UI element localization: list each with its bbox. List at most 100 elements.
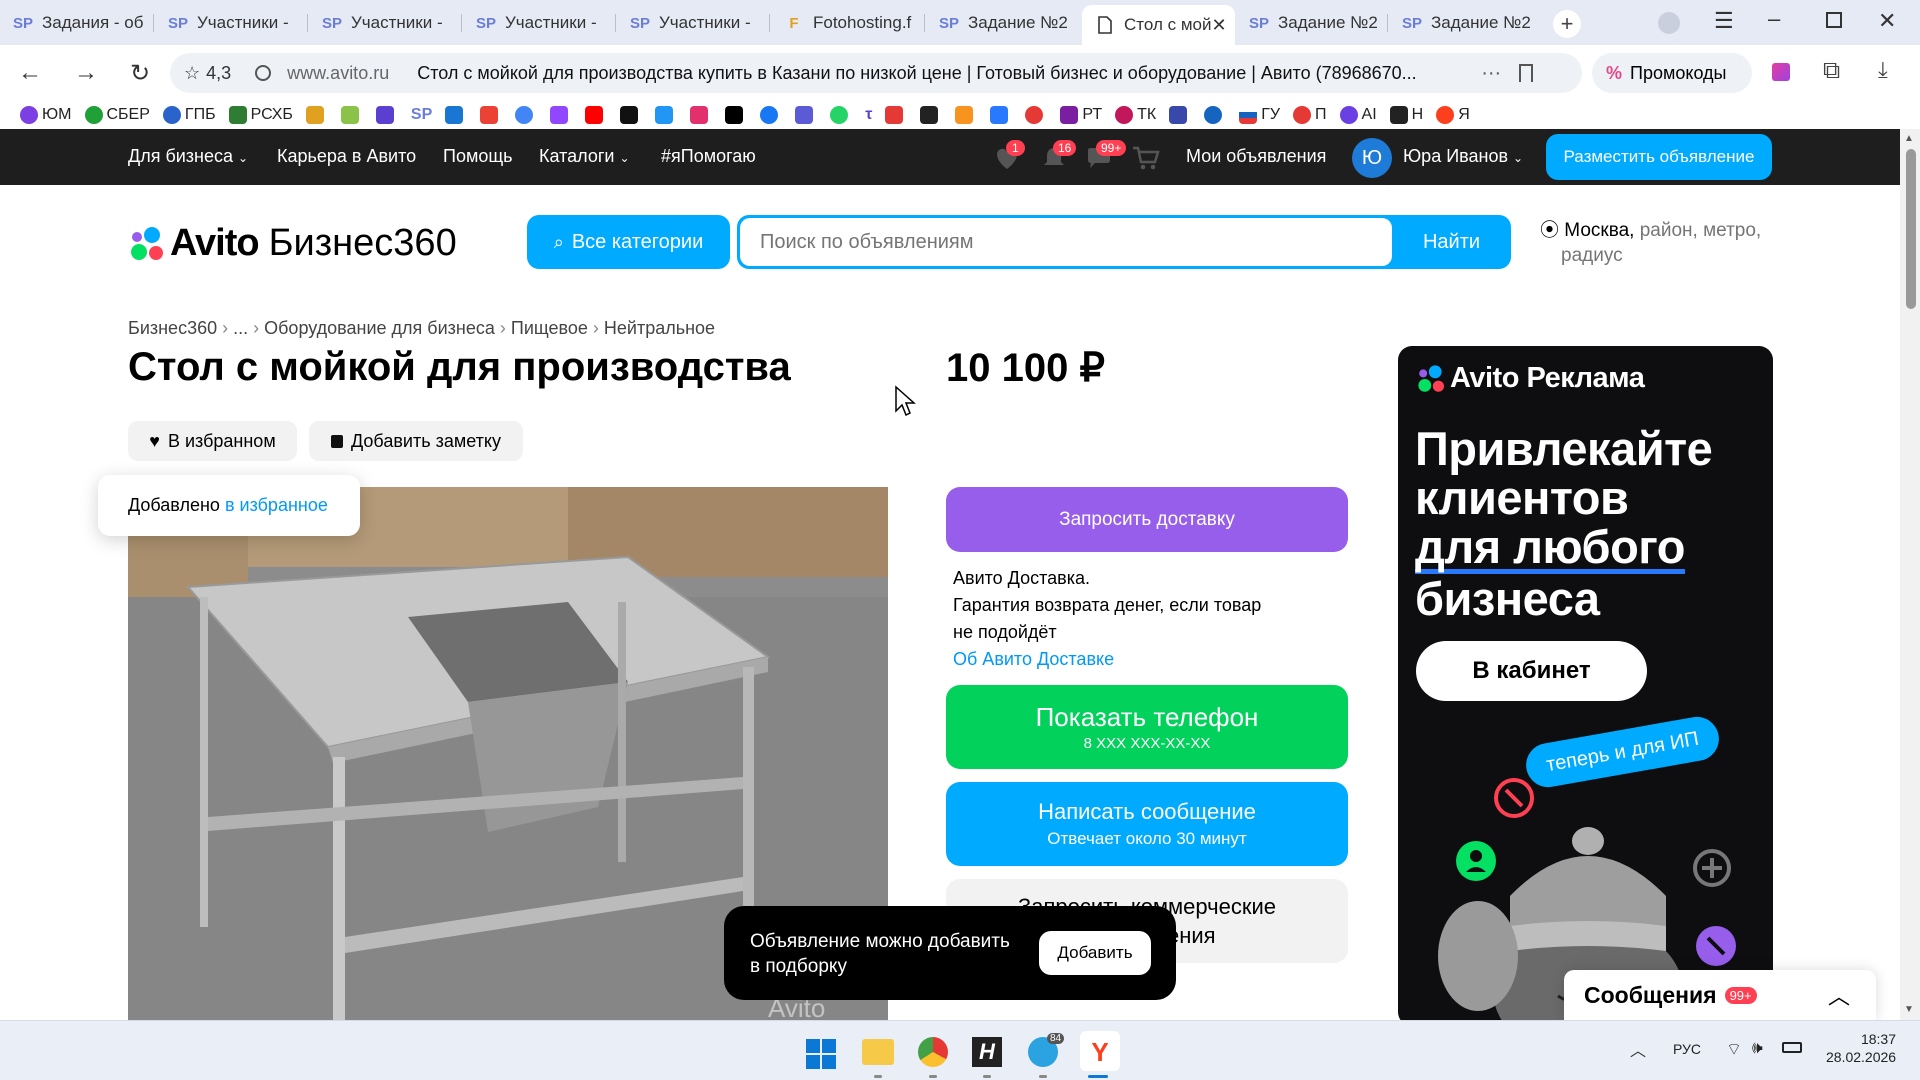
bookmark-circle[interactable] — [1025, 106, 1047, 124]
bookmark-sber[interactable]: СБЕР — [84, 106, 150, 124]
bookmark-sbp[interactable] — [1169, 106, 1191, 124]
messages-widget[interactable]: Сообщения 99+ ︿ — [1564, 970, 1876, 1020]
nav-catalogs[interactable]: Каталоги ⌄ — [539, 146, 630, 167]
bookmark-rshb[interactable]: РСХБ — [228, 106, 293, 124]
user-menu[interactable]: Юра Иванов ⌄ — [1403, 146, 1523, 167]
bookmark-twitch[interactable] — [550, 106, 572, 124]
bookmark-sp[interactable]: SP — [411, 106, 432, 124]
location-selector[interactable]: ⦿ Москва, район, метро, радиус — [1540, 218, 1780, 268]
avatar[interactable]: Ю — [1352, 138, 1392, 178]
bookmark-plus[interactable] — [920, 106, 942, 124]
all-categories-button[interactable]: ⌕ Все категории — [527, 215, 730, 269]
minimize-icon[interactable]: – — [1768, 6, 1780, 32]
bookmark-messenger[interactable] — [795, 106, 817, 124]
ad-cta-button[interactable]: В кабинет — [1416, 641, 1647, 701]
about-delivery-link[interactable]: Об Авито Доставке — [953, 646, 1261, 673]
bookmark-gu[interactable]: ГУ — [1239, 106, 1280, 124]
language-indicator[interactable]: РУС — [1673, 1041, 1701, 1057]
nav-help[interactable]: Помощь — [443, 146, 513, 167]
close-window-icon[interactable]: ✕ — [1878, 8, 1896, 34]
tab-6[interactable]: F Fotohosting.f — [771, 6, 928, 40]
tab-9[interactable]: SP Задание №2 — [1236, 6, 1390, 40]
url-field[interactable]: ☆ 4,3 www.avito.ru Стол с мойкой для про… — [170, 53, 1582, 93]
write-message-button[interactable]: Написать сообщение Отвечает около 30 мин… — [946, 782, 1348, 866]
bookmark-ym[interactable]: ЮМ — [20, 106, 72, 124]
download-icon[interactable]: ⤓ — [1878, 57, 1888, 83]
extension-icon[interactable] — [1772, 63, 1790, 81]
tab-3[interactable]: SP Участники - — [309, 6, 464, 40]
breadcrumb-item[interactable]: Пищевое — [511, 318, 588, 338]
bookmark-whatsapp[interactable] — [830, 106, 852, 124]
back-arrow-icon[interactable]: ← — [14, 57, 46, 89]
avito-business360-logo[interactable]: Avito Бизнес360 — [128, 222, 457, 265]
search-button[interactable]: Найти — [1392, 215, 1511, 269]
bookmark-tau[interactable]: τ — [865, 106, 872, 124]
breadcrumb-item[interactable]: Нейтральное — [604, 318, 715, 338]
bookmark-tk[interactable]: ТК — [1115, 106, 1156, 124]
search-input[interactable] — [740, 218, 1392, 266]
close-tab-icon[interactable]: ✕ — [1211, 15, 1226, 36]
bookmark-gpb[interactable]: ГПБ — [162, 106, 216, 124]
tab-7[interactable]: SP Задание №2 — [926, 6, 1076, 40]
bookmark-facebook[interactable] — [760, 106, 782, 124]
tab-active-avito[interactable]: Стол с мой ✕ — [1082, 5, 1235, 45]
nav-ipomogayu[interactable]: #яПомогаю — [661, 146, 756, 167]
menu-icon[interactable]: ☰ — [1714, 8, 1734, 34]
promocodes-button[interactable]: % Промокоды — [1592, 53, 1752, 93]
wifi-icon[interactable]: ⌔ — [1726, 1039, 1742, 1060]
add-to-collection-button[interactable]: Добавить — [1039, 931, 1151, 975]
tab-5[interactable]: SP Участники - — [617, 6, 773, 40]
page-scrollbar[interactable]: ▲ ▼ — [1900, 129, 1920, 1020]
profile-icon[interactable] — [1658, 12, 1680, 34]
breadcrumb-item[interactable]: Бизнес360 — [128, 318, 217, 338]
tab-4[interactable]: SP Участники - — [463, 6, 619, 40]
post-ad-button[interactable]: Разместить объявление — [1546, 134, 1772, 180]
yandex-browser-icon[interactable]: Y — [1085, 1037, 1115, 1067]
bookmark-youtube[interactable] — [585, 106, 607, 124]
bookmark-ya[interactable]: Я — [1436, 106, 1470, 124]
restore-window-icon[interactable] — [1826, 12, 1842, 28]
bookmark-n[interactable]: Н — [1389, 106, 1423, 124]
bookmark-blue[interactable] — [655, 106, 677, 124]
tray-chevron-up-icon[interactable]: ︿ — [1630, 1037, 1646, 1061]
add-note-button[interactable]: Добавить заметку — [309, 421, 523, 461]
bookmark-ok[interactable] — [955, 106, 977, 124]
more-dots-icon[interactable]: ··· — [1481, 62, 1501, 85]
bookmark-instagram[interactable] — [690, 106, 712, 124]
app-h-icon[interactable]: H — [972, 1037, 1002, 1067]
messages-chat-icon[interactable]: 99+ — [1085, 140, 1127, 176]
bookmark-emblem[interactable] — [1204, 106, 1226, 124]
bookmark-ai[interactable]: AI — [1339, 106, 1377, 124]
clock[interactable]: 18:37 28.02.2026 — [1826, 1031, 1896, 1065]
chrome-icon[interactable] — [918, 1037, 948, 1067]
bookmark-p[interactable]: П — [1293, 106, 1327, 124]
request-delivery-button[interactable]: Запросить доставку — [946, 487, 1348, 552]
windows-start-icon[interactable] — [806, 1039, 836, 1069]
bookmark-t[interactable] — [885, 106, 907, 124]
show-phone-button[interactable]: Показать телефон 8 XXX XXX-XX-XX — [946, 685, 1348, 769]
bookmark-mail[interactable] — [445, 106, 467, 124]
bookmark-sf[interactable] — [340, 106, 363, 124]
site-info-icon[interactable] — [255, 65, 272, 81]
forward-arrow-icon[interactable]: → — [70, 57, 102, 89]
file-explorer-icon[interactable] — [862, 1039, 894, 1065]
bookmark-chat[interactable] — [990, 106, 1012, 124]
puzzle-icon[interactable]: ⧉ — [1823, 57, 1840, 85]
bookmark-rt[interactable]: РТ — [1060, 106, 1102, 124]
bookmark-tiktok[interactable] — [725, 106, 747, 124]
scroll-down-icon[interactable]: ▼ — [1904, 1004, 1914, 1015]
scrollbar-thumb[interactable] — [1906, 149, 1916, 309]
bookmark-shield[interactable] — [375, 106, 398, 124]
nav-career[interactable]: Карьера в Авито — [277, 146, 416, 167]
nav-for-business[interactable]: Для бизнеса ⌄ — [128, 146, 248, 167]
bookmark-gmail[interactable] — [480, 106, 502, 124]
reload-icon[interactable]: ↻ — [124, 57, 156, 89]
notifications-bell-icon[interactable]: 16 — [1041, 140, 1077, 176]
nav-my-ads[interactable]: Мои объявления — [1186, 146, 1326, 167]
bookmark-r[interactable] — [620, 106, 642, 124]
toast-favorites-link[interactable]: в избранное — [225, 495, 328, 516]
volume-icon[interactable]: 🕪 — [1752, 1038, 1763, 1058]
chevron-up-icon[interactable]: ︿ — [1828, 979, 1850, 1011]
bookmark-google[interactable] — [515, 106, 537, 124]
tab-2[interactable]: SP Участники - — [155, 6, 313, 40]
